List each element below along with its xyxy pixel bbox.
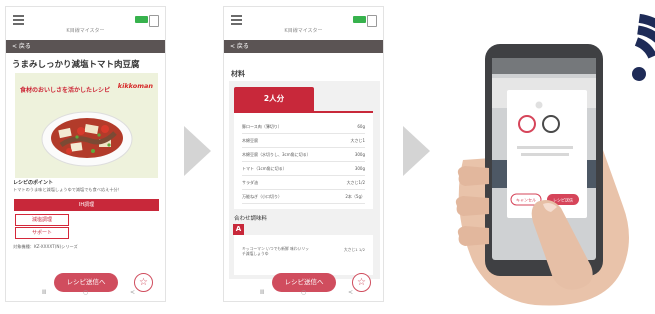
ingredient-name: 木綿豆腐（水切りし、3cm角に切る） [242, 152, 311, 157]
support-button[interactable]: サポート [15, 227, 69, 239]
brand-logo: kikkoman [117, 82, 153, 90]
back-button[interactable]: < 戻る [224, 40, 383, 53]
hand-phone-photo: キャンセル レシピ送信 [455, 13, 655, 306]
ih-cooking-bar[interactable]: IH調理 [14, 199, 159, 211]
ingredient-qty: 大さじ1/2 [346, 180, 365, 185]
group-a-badge: A [233, 224, 244, 235]
ingredient-name: 木綿豆腐 [242, 138, 258, 143]
menu-icon[interactable] [13, 15, 24, 25]
promo-text: 食材のおいしさを活かしたレシピ [20, 87, 111, 94]
cancel-button[interactable]: キャンセル [516, 198, 536, 203]
recipe-point-label: レシピのポイント [13, 180, 54, 186]
sauce-qty: 大さじ1 1/2 [343, 247, 365, 252]
app-title: K目線マイスター [66, 28, 105, 34]
list-item: トマト（1cm角に切る） 300g [242, 162, 365, 176]
list-item: 木綿豆腐（水切りし、3cm角に切る） 300g [242, 148, 365, 162]
recipe-point-text: トマトのうま味と減塩しょうゆで減塩でも食べ応え十分！ [13, 187, 122, 192]
list-item: サラダ油 大さじ1/2 [242, 176, 365, 190]
step-arrow-icon [184, 126, 211, 176]
list-item: 万能ねぎ（小口切り） 2本（5g） [242, 190, 365, 204]
device-icon [149, 15, 159, 27]
back-button[interactable]: < 戻る [6, 40, 165, 53]
model-text: 対象機種：KZ-XXXXT(N)シリーズ [13, 244, 78, 249]
recipe-detail-screen: K目線マイスター < 戻る うまみしっかり減塩トマト肉豆腐 食材のおいしさを活か… [5, 6, 166, 302]
send-recipe-dialog-button[interactable]: レシピ送信 [553, 197, 573, 203]
recipe-photo-card: 食材のおいしさを活かしたレシピ kikkoman [15, 73, 158, 178]
reduce-salt-button[interactable]: 減塩調理 [15, 214, 69, 226]
list-item: 木綿豆腐 大さじ1 [242, 134, 365, 148]
ingredient-qty: 60g [357, 124, 365, 129]
home-icon[interactable]: ○ [83, 289, 88, 296]
wireless-signal-icon [632, 13, 655, 81]
nav-back-icon[interactable]: < [130, 289, 135, 296]
app-title: K目線マイスター [284, 28, 323, 34]
ingredients-list: 豚ロース肉（薄切り） 60g 木綿豆腐 大さじ1 木綿豆腐（水切りし、3cm角に… [234, 111, 373, 209]
ingredient-qty: 300g [354, 166, 365, 171]
ingredient-name: 豚ロース肉（薄切り） [242, 124, 282, 129]
ingredient-name: サラダ油 [242, 180, 258, 185]
battery-icon [353, 16, 366, 23]
ingredient-qty: 2本（5g） [345, 194, 365, 199]
ingredients-screen: K目線マイスター < 戻る 材料 2人分 豚ロース肉（薄切り） 60g 木綿豆腐… [223, 6, 384, 302]
step-arrow-icon [403, 126, 430, 176]
android-nav-bar: Ⅲ ○ < [6, 287, 165, 301]
ingredient-qty: 300g [354, 152, 365, 157]
sauce-card: キッコーマン いつでも新鮮 味わいリッチ減塩しょうゆ 大さじ1 1/2 [234, 235, 373, 275]
battery-icon [135, 16, 148, 23]
portion-tab[interactable]: 2人分 [234, 87, 314, 111]
sauce-item: キッコーマン いつでも新鮮 味わいリッチ減塩しょうゆ [242, 246, 309, 256]
phone-in-hand-illustration: キャンセル レシピ送信 [445, 0, 655, 310]
nav-back-icon[interactable]: < [348, 289, 353, 296]
ingredient-qty: 大さじ1 [350, 138, 365, 143]
section-label: 材料 [231, 70, 245, 78]
list-item: 豚ロース肉（薄切り） 60g [242, 120, 365, 134]
ingredient-name: 万能ねぎ（小口切り） [242, 194, 282, 199]
ingredient-name: トマト（1cm角に切る） [242, 166, 287, 171]
android-nav-bar: Ⅲ ○ < [224, 287, 383, 301]
recent-apps-icon[interactable]: Ⅲ [260, 289, 264, 296]
recent-apps-icon[interactable]: Ⅲ [42, 289, 46, 296]
home-icon[interactable]: ○ [301, 289, 306, 296]
mix-seasoning-label: 合わせ調味料 [234, 216, 268, 222]
dish-image [41, 111, 133, 167]
recipe-title: うまみしっかり減塩トマト肉豆腐 [12, 60, 140, 70]
device-icon [367, 15, 377, 27]
menu-icon[interactable] [231, 15, 242, 25]
